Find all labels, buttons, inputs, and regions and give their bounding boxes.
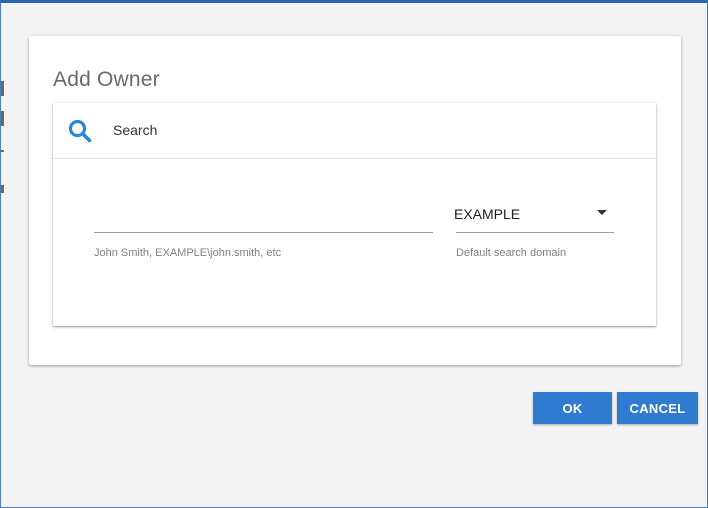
app-window: Add Owner Search John Smith, EXAMPLE\joh…: [0, 0, 708, 508]
background-fragment: [1, 81, 4, 96]
cancel-button[interactable]: CANCEL: [617, 392, 698, 424]
domain-field: EXAMPLE: [454, 193, 614, 233]
add-owner-dialog: Add Owner Search John Smith, EXAMPLE\joh…: [29, 36, 681, 365]
search-card-header: Search: [53, 103, 656, 159]
domain-selected-value: EXAMPLE: [454, 206, 521, 222]
owner-field: [94, 193, 433, 233]
background-fragment: [1, 150, 4, 152]
owner-input-hint: John Smith, EXAMPLE\john.smith, etc: [94, 247, 282, 259]
background-fragment: [1, 111, 4, 126]
owner-search-input[interactable]: [94, 193, 433, 233]
domain-hint: Default search domain: [456, 247, 567, 259]
background-fragment: [1, 185, 4, 193]
ok-button[interactable]: OK: [533, 392, 612, 424]
search-icon: [67, 118, 93, 144]
search-header-label: Search: [113, 122, 158, 138]
search-domain-select[interactable]: EXAMPLE: [454, 193, 614, 233]
chevron-down-icon: [597, 210, 607, 215]
search-card: Search John Smith, EXAMPLE\john.smith, e…: [53, 103, 656, 326]
dialog-title: Add Owner: [53, 68, 160, 91]
